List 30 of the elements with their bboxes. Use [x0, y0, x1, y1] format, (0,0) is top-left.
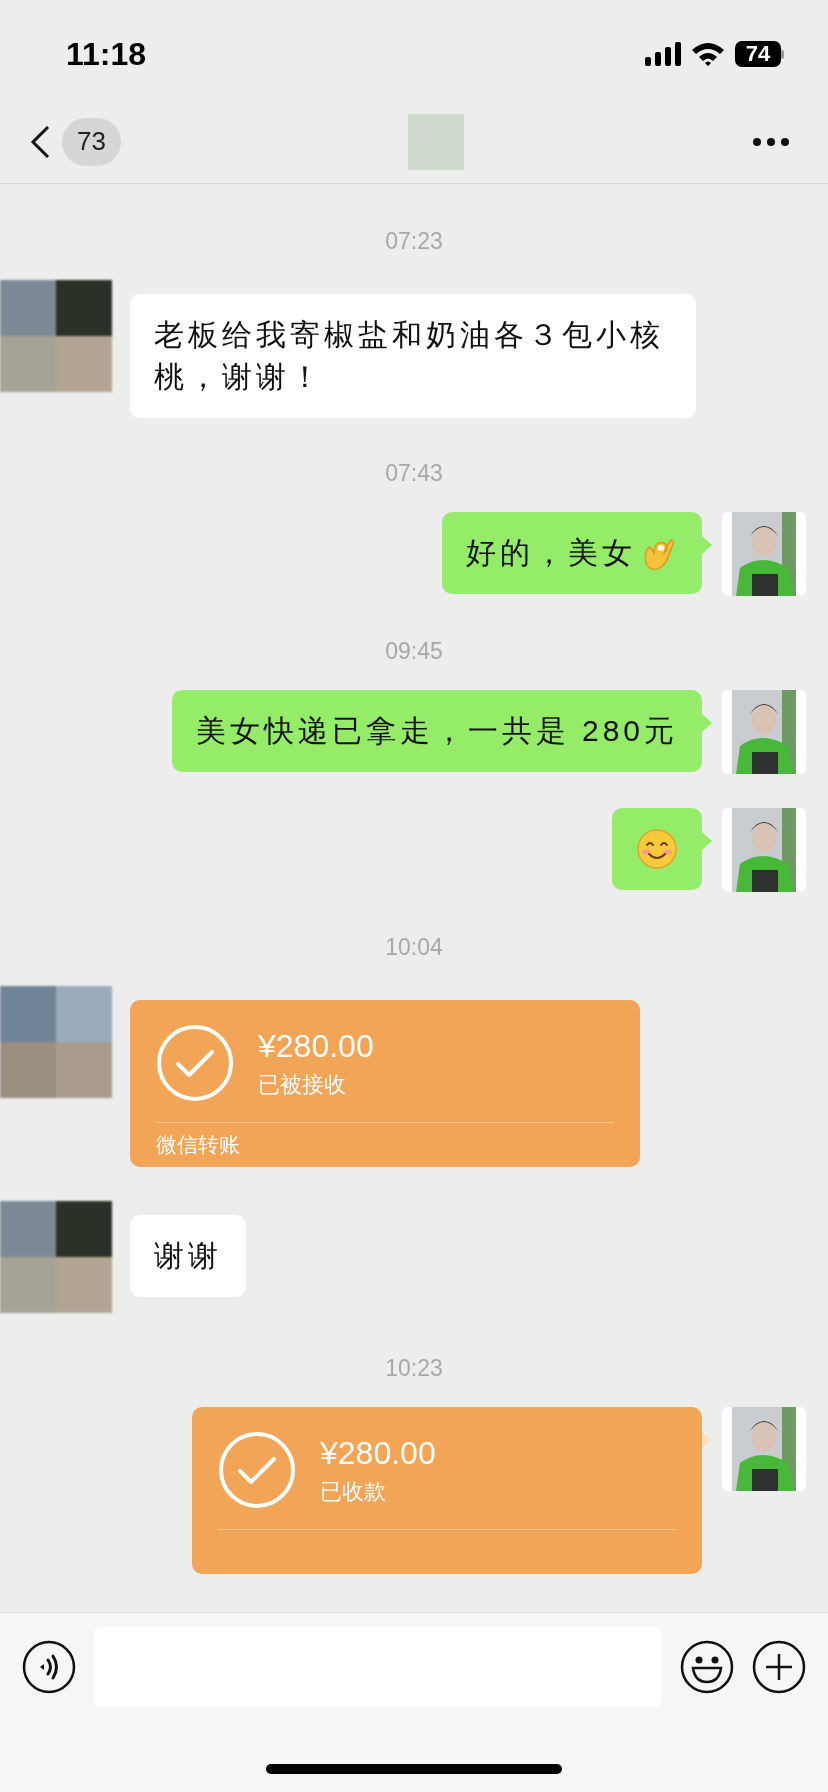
signal-icon [645, 42, 681, 66]
plus-icon[interactable] [752, 1640, 806, 1694]
bubble-tail [702, 1431, 712, 1449]
transfer-label: 微信转账 [156, 1132, 240, 1159]
unread-count[interactable]: 73 [62, 117, 121, 166]
timestamp: 07:43 [385, 459, 443, 488]
status-time: 11:18 [66, 35, 147, 74]
timestamp: 09:45 [385, 637, 443, 666]
message-text: 美女快递已拿走，一共是 280元 [195, 713, 678, 749]
message-text: 谢谢 [154, 1238, 222, 1274]
transfer-status: 已被接收 [258, 1071, 347, 1099]
back-icon[interactable] [30, 124, 50, 159]
message-text: 好的，美女 [466, 535, 636, 571]
more-icon[interactable] [752, 136, 790, 147]
wifi-icon [691, 42, 725, 66]
timestamp: 07:23 [385, 227, 443, 256]
transfer-status: 已收款 [320, 1478, 387, 1506]
message-text: 老板给我寄椒盐和奶油各３包小核桃，谢谢！ [154, 317, 665, 395]
smiling-face-icon [636, 828, 678, 870]
transfer-amount: ¥280.00 [258, 1027, 374, 1066]
check-circle-icon [218, 1431, 296, 1509]
transfer-card[interactable]: ¥280.00 已收款 [192, 1407, 702, 1574]
battery-indicator: 74 [735, 41, 784, 67]
emoji-icon[interactable] [680, 1640, 734, 1694]
timestamp: 10:04 [385, 933, 443, 962]
voice-icon[interactable] [22, 1640, 76, 1694]
transfer-amount: ¥280.00 [320, 1434, 436, 1473]
transfer-card[interactable]: ¥280.00 已被接收 微信转账 [130, 1000, 640, 1167]
timestamp: 10:23 [385, 1354, 443, 1383]
check-circle-icon [156, 1024, 234, 1102]
